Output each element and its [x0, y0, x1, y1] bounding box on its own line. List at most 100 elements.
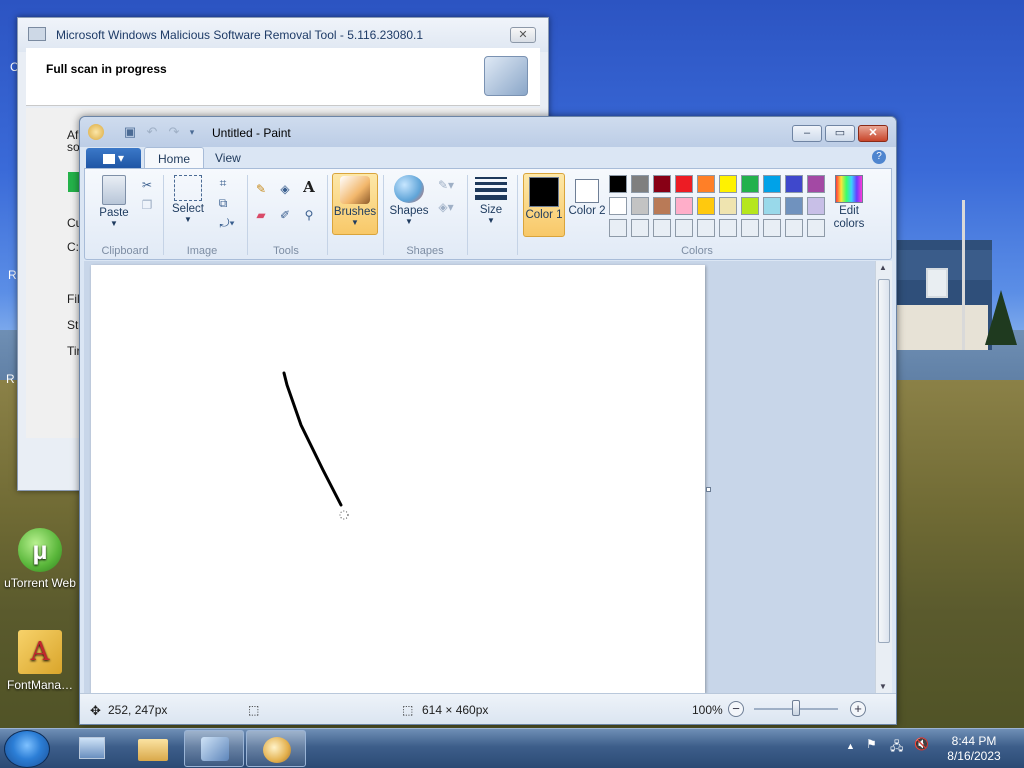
- paint-menu-button[interactable]: ▾: [86, 148, 141, 168]
- msrt-app-icon: [28, 27, 46, 41]
- palette-swatch[interactable]: [763, 197, 781, 215]
- pencil-icon[interactable]: ✎: [253, 181, 269, 197]
- taskbar-msrt-running[interactable]: [184, 730, 244, 767]
- paste-icon: [102, 175, 126, 205]
- font-manager-icon: A: [18, 630, 62, 674]
- palette-swatch[interactable]: [631, 197, 649, 215]
- palette-swatch[interactable]: [785, 197, 803, 215]
- undo-icon[interactable]: ↶: [144, 124, 160, 140]
- fill-icon[interactable]: ◈: [277, 181, 293, 197]
- palette-swatch[interactable]: [719, 219, 737, 237]
- palette-swatch[interactable]: [741, 197, 759, 215]
- scroll-down-icon[interactable]: ▼: [879, 682, 887, 691]
- palette-swatch[interactable]: [807, 175, 825, 193]
- palette-swatch[interactable]: [675, 219, 693, 237]
- volume-muted-icon[interactable]: 🔇: [914, 737, 929, 751]
- taskbar-explorer[interactable]: [122, 730, 182, 767]
- color2-button[interactable]: Color 2: [567, 176, 607, 218]
- customize-qat-icon[interactable]: ▾: [184, 124, 200, 140]
- close-button[interactable]: ✕: [858, 125, 888, 142]
- eraser-icon[interactable]: ▰: [253, 207, 269, 223]
- palette-swatch[interactable]: [741, 219, 759, 237]
- palette-swatch[interactable]: [741, 175, 759, 193]
- palette-swatch[interactable]: [653, 175, 671, 193]
- help-icon[interactable]: ?: [872, 150, 886, 164]
- paint-window[interactable]: ▣ ↶ ↷ ▾ Untitled - Paint – ▭ ✕ ▾ Home Vi…: [79, 116, 897, 725]
- minimize-button[interactable]: –: [792, 125, 822, 142]
- tab-home[interactable]: Home: [144, 147, 205, 169]
- wallpaper-house-wall: [896, 305, 988, 350]
- shapes-button[interactable]: Shapes ▼: [387, 175, 431, 226]
- text-tool-icon[interactable]: A: [301, 179, 317, 195]
- color1-button[interactable]: Color 1: [523, 173, 565, 237]
- color2-swatch: [575, 179, 599, 203]
- shapes-dropdown-icon: ▼: [405, 217, 413, 226]
- system-clock[interactable]: 8:44 PM 8/16/2023: [932, 734, 1016, 764]
- maximize-button[interactable]: ▭: [825, 125, 855, 142]
- network-icon[interactable]: 🖧: [890, 737, 903, 758]
- palette-swatch[interactable]: [763, 175, 781, 193]
- cut-icon[interactable]: ✂: [139, 177, 155, 193]
- size-dropdown-icon: ▼: [487, 216, 495, 225]
- fill-shape-icon[interactable]: ◈▾: [433, 199, 459, 215]
- magnifier-icon[interactable]: ⚲: [301, 207, 317, 223]
- palette-swatch[interactable]: [675, 175, 693, 193]
- msrt-partial-text: Fil: [67, 292, 80, 306]
- palette-swatch[interactable]: [653, 197, 671, 215]
- palette-swatch[interactable]: [697, 197, 715, 215]
- palette-swatch[interactable]: [697, 175, 715, 193]
- brushes-label: Brushes: [333, 206, 377, 218]
- zoom-in-button[interactable]: +: [850, 701, 866, 717]
- scrollbar-thumb[interactable]: [878, 279, 890, 643]
- tab-view[interactable]: View: [202, 147, 254, 169]
- paint-titlebar[interactable]: ▣ ↶ ↷ ▾ Untitled - Paint – ▭ ✕: [80, 117, 896, 147]
- palette-swatch[interactable]: [807, 219, 825, 237]
- resize-icon[interactable]: ⧉: [215, 195, 231, 211]
- edit-colors-button[interactable]: Edit colors: [829, 175, 869, 231]
- color-picker-icon[interactable]: ✐: [277, 207, 293, 223]
- start-button[interactable]: [4, 730, 50, 768]
- show-hidden-icons[interactable]: ▲: [846, 741, 855, 751]
- palette-swatch[interactable]: [609, 175, 627, 193]
- palette-swatch[interactable]: [653, 219, 671, 237]
- ribbon-separator: [383, 175, 384, 255]
- msrt-close-button[interactable]: ✕: [510, 27, 536, 43]
- palette-swatch[interactable]: [631, 219, 649, 237]
- palette-swatch[interactable]: [609, 219, 627, 237]
- brushes-button[interactable]: Brushes ▼: [332, 173, 378, 235]
- select-button[interactable]: Select ▼: [169, 175, 207, 224]
- desktop-icon-utorrent[interactable]: µ uTorrent Web: [0, 528, 80, 590]
- scroll-up-icon[interactable]: ▲: [879, 263, 887, 272]
- copy-icon[interactable]: ❐: [139, 197, 155, 213]
- taskbar-paint[interactable]: [246, 730, 306, 767]
- palette-swatch[interactable]: [609, 197, 627, 215]
- palette-swatch[interactable]: [807, 197, 825, 215]
- palette-swatch[interactable]: [785, 219, 803, 237]
- palette-swatch[interactable]: [785, 175, 803, 193]
- paste-button[interactable]: Paste ▼: [95, 175, 133, 228]
- rotate-icon[interactable]: ⤾▾: [215, 215, 239, 231]
- drawing-canvas[interactable]: [91, 265, 705, 693]
- palette-swatch[interactable]: [631, 175, 649, 193]
- canvas-resize-handle[interactable]: [706, 487, 711, 492]
- msrt-titlebar[interactable]: Microsoft Windows Malicious Software Rem…: [18, 18, 548, 52]
- paint-app-icon[interactable]: [88, 124, 104, 140]
- redo-icon[interactable]: ↷: [166, 124, 182, 140]
- size-button[interactable]: Size ▼: [473, 177, 509, 225]
- zoom-out-button[interactable]: −: [728, 701, 744, 717]
- save-icon[interactable]: ▣: [122, 124, 138, 140]
- palette-swatch[interactable]: [763, 219, 781, 237]
- taskbar-msrt[interactable]: [62, 730, 122, 767]
- vertical-scrollbar[interactable]: ▲ ▼: [875, 261, 892, 693]
- clipboard-group-label: Clipboard: [101, 245, 149, 257]
- palette-swatch[interactable]: [675, 197, 693, 215]
- outline-icon[interactable]: ✎▾: [433, 177, 459, 193]
- zoom-slider-knob[interactable]: [792, 700, 800, 716]
- palette-swatch[interactable]: [697, 219, 715, 237]
- desktop-icon-label: FontMana…: [6, 678, 74, 692]
- action-center-icon[interactable]: ⚑: [866, 737, 877, 751]
- palette-swatch[interactable]: [719, 175, 737, 193]
- palette-swatch[interactable]: [719, 197, 737, 215]
- crop-icon[interactable]: ⌗: [215, 175, 231, 191]
- desktop-icon-fontmanager[interactable]: A FontMana…: [0, 630, 80, 692]
